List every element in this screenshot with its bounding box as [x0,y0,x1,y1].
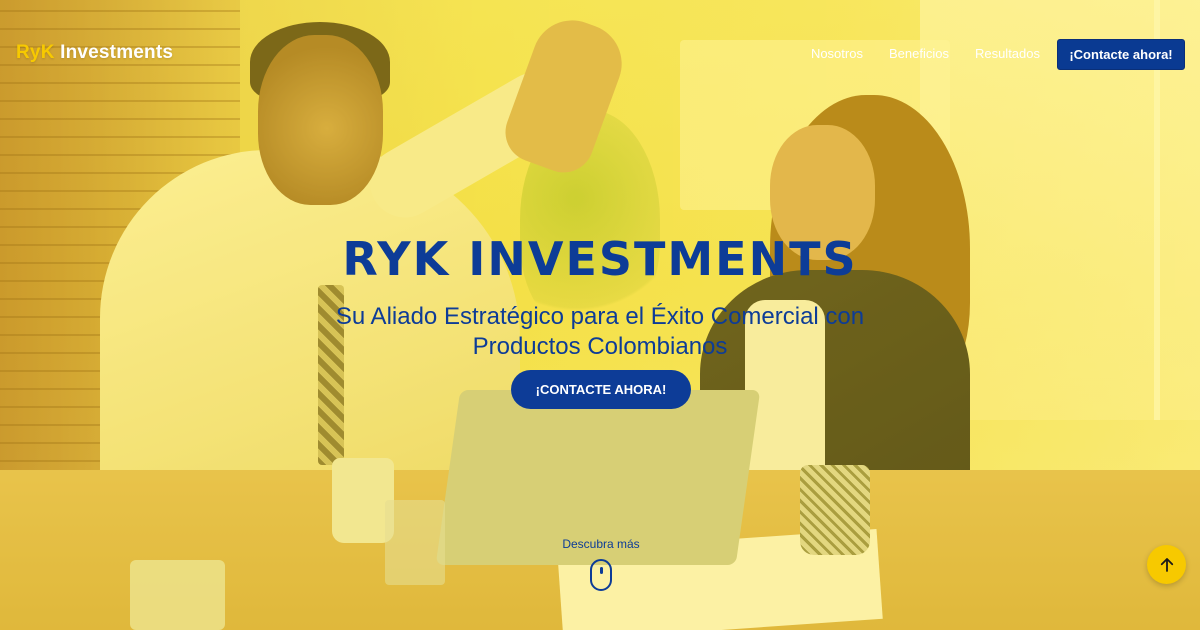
hero-subtitle: Su Aliado Estratégico para el Éxito Come… [335,303,865,360]
site-logo[interactable]: RyK Investments [16,42,173,64]
back-to-top-button[interactable] [1147,545,1186,584]
logo-accent: RyK [16,42,55,63]
nav-link-resultados[interactable]: Resultados [975,46,1040,61]
nav-link-nosotros[interactable]: Nosotros [811,46,863,61]
hero-title: RYK INVESTMENTS [342,232,858,286]
nav-links: Nosotros Beneficios Resultados [811,46,1040,61]
nav-contact-button[interactable]: ¡Contacte ahora! [1057,39,1185,70]
discover-more-label[interactable]: Descubra más [540,537,662,551]
nav-link-beneficios[interactable]: Beneficios [889,46,949,61]
arrow-up-icon [1160,557,1173,572]
logo-text: Investments [54,42,174,63]
navbar: RyK Investments Nosotros Beneficios Resu… [0,0,1200,108]
hero-contact-button[interactable]: ¡CONTACTE AHORA! [511,370,691,409]
mouse-scroll-icon[interactable] [590,559,612,591]
mouse-wheel [600,567,603,574]
